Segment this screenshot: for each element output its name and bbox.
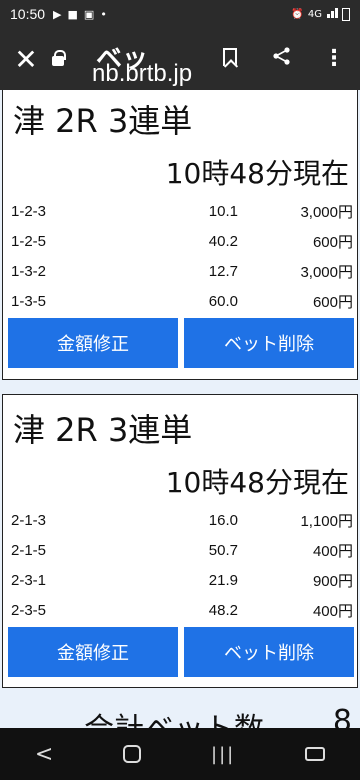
gallery-icon: ▣ (83, 7, 95, 21)
delete-bet-button[interactable]: ベット削除 (184, 318, 354, 368)
browser-toolbar: ✕ ベッ nb.brtb.jp ⋮ (0, 28, 360, 90)
dispatch-icon: ▶ (53, 7, 62, 21)
total-value: 8 (332, 704, 352, 728)
bookmark-icon[interactable] (204, 47, 256, 72)
system-nav-bar: < ||| (0, 728, 360, 780)
network-label: 4G (307, 8, 322, 20)
odds: 12.7 (208, 262, 238, 280)
odds: 10.1 (208, 202, 238, 220)
bet-row: 2-1-5 50.7 400円 (3, 535, 359, 565)
bet-row: 2-3-1 21.9 900円 (3, 565, 359, 595)
bet-amount: 1,100円 (300, 512, 353, 530)
notification-icons: ▶ ■ ▣ • (53, 8, 107, 21)
as-of-time: 10時48分現在 (165, 466, 349, 499)
delete-bet-button[interactable]: ベット削除 (184, 627, 354, 677)
more-options-icon[interactable]: ⋮ (308, 48, 360, 70)
as-of-time: 10時48分現在 (165, 157, 349, 190)
card-actions: 金額修正 ベット削除 (8, 318, 354, 368)
card-title: 津 2R 3連単 (13, 102, 193, 140)
bet-amount: 400円 (312, 602, 353, 620)
bet-amount: 600円 (312, 293, 353, 311)
card-actions: 金額修正 ベット削除 (8, 627, 354, 677)
bet-card: 津 2R 3連単 10時48分現在 2-1-3 16.0 1,100円 2-1-… (2, 394, 358, 688)
alarm-icon: ⏰ (291, 8, 304, 20)
page-domain: nb.brtb.jp (92, 60, 193, 87)
share-icon[interactable] (256, 46, 308, 72)
recent-apps-icon[interactable]: ||| (211, 744, 235, 765)
bet-row: 1-3-2 12.7 3,000円 (3, 256, 359, 286)
combination: 2-1-3 (11, 511, 47, 529)
bet-rows: 1-2-3 10.1 3,000円 1-2-5 40.2 600円 1-3-2 … (3, 196, 359, 316)
combination: 1-2-3 (11, 202, 47, 220)
combination: 1-3-2 (11, 262, 47, 280)
combination: 1-2-5 (11, 232, 47, 250)
bet-amount: 900円 (312, 572, 353, 590)
bet-amount: 400円 (312, 542, 353, 560)
url-area[interactable]: ベッ nb.brtb.jp (72, 28, 204, 90)
bet-row: 1-3-5 60.0 600円 (3, 286, 359, 316)
status-time: 10:50 (10, 6, 46, 22)
bet-card: 津 2R 3連単 10時48分現在 1-2-3 10.1 3,000円 1-2-… (2, 90, 358, 380)
system-icons: ⏰ 4G (291, 7, 350, 21)
bet-rows: 2-1-3 16.0 1,100円 2-1-5 50.7 400円 2-3-1 … (3, 505, 359, 625)
bet-row: 2-1-3 16.0 1,100円 (3, 505, 359, 535)
lock-icon (52, 50, 66, 66)
odds: 60.0 (208, 292, 238, 310)
edit-amount-button[interactable]: 金額修正 (8, 627, 178, 677)
bet-row: 2-3-5 48.2 400円 (3, 595, 359, 625)
odds: 48.2 (208, 601, 238, 619)
edit-amount-button[interactable]: 金額修正 (8, 318, 178, 368)
total-label: 合計ベット数 (84, 704, 264, 728)
signal-icon (326, 7, 338, 21)
close-icon[interactable]: ✕ (0, 43, 52, 76)
odds: 16.0 (208, 511, 238, 529)
odds: 21.9 (208, 571, 238, 589)
battery-icon (342, 7, 350, 21)
bet-amount: 3,000円 (300, 203, 353, 221)
dot-icon: • (100, 7, 107, 21)
home-icon[interactable] (123, 745, 142, 763)
back-icon[interactable]: < (35, 742, 53, 767)
facebook-icon: ■ (67, 7, 78, 21)
odds: 50.7 (208, 541, 238, 559)
combination: 2-3-5 (11, 601, 47, 619)
combination: 2-1-5 (11, 541, 47, 559)
card-title: 津 2R 3連単 (13, 411, 193, 449)
total-bets: 合計ベット数 8 (0, 700, 360, 728)
bet-amount: 600円 (312, 233, 353, 251)
odds: 40.2 (208, 232, 238, 250)
status-bar: 10:50 ▶ ■ ▣ • ⏰ 4G (0, 0, 360, 28)
bet-row: 1-2-5 40.2 600円 (3, 226, 359, 256)
combination: 2-3-1 (11, 571, 47, 589)
bet-row: 1-2-3 10.1 3,000円 (3, 196, 359, 226)
bet-amount: 3,000円 (300, 263, 353, 281)
combination: 1-3-5 (11, 292, 47, 310)
keyboard-icon[interactable] (305, 747, 326, 761)
